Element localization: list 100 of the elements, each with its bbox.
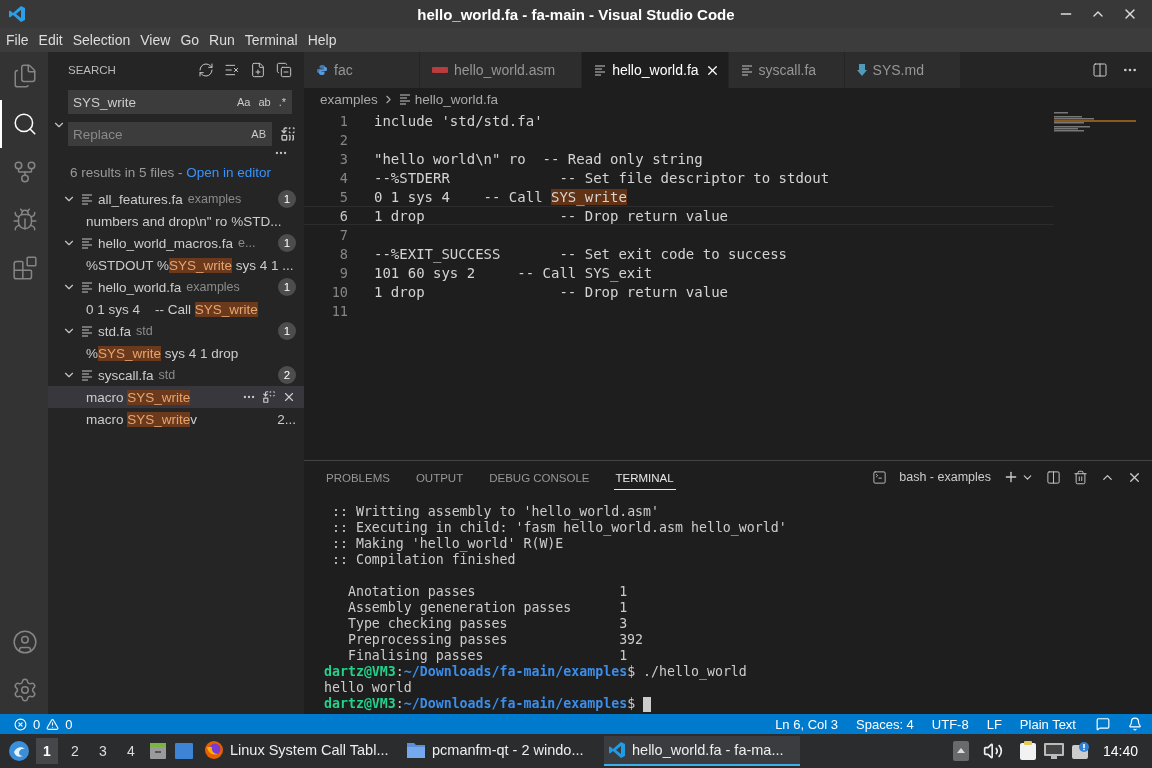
clock: 14:40 xyxy=(1101,743,1139,759)
line-number: 3 xyxy=(338,150,348,167)
branch-icon xyxy=(12,159,38,185)
replace-field[interactable]: Replace AB xyxy=(68,122,272,146)
replace-all-icon[interactable] xyxy=(280,126,296,142)
line-number: 6 xyxy=(338,207,348,224)
status-item[interactable]: UTF-8 xyxy=(925,716,975,732)
terminal-line: Anotation passes 1 xyxy=(346,584,629,600)
editor-tab[interactable]: fac xyxy=(304,52,420,88)
terminal-line: :: Making 'hello_world' R(W)E xyxy=(330,536,565,552)
volume-icon[interactable] xyxy=(982,741,1003,761)
menu-item[interactable]: View xyxy=(135,32,176,48)
search-match[interactable]: numbers and drop\n" ro %STD... xyxy=(48,210,304,232)
menu-item[interactable]: Run xyxy=(204,32,240,48)
file-icon xyxy=(81,325,93,337)
line-number: 1 xyxy=(338,112,348,129)
menu-item[interactable]: Selection xyxy=(67,32,136,48)
split-terminal-icon[interactable] xyxy=(1046,469,1061,485)
panel-tab[interactable]: TERMINAL xyxy=(613,464,676,490)
search-match[interactable]: macro SYS_write xyxy=(48,386,304,408)
search-match[interactable]: %SYS_write sys 4 1 drop xyxy=(48,342,304,364)
trash-icon[interactable] xyxy=(1073,469,1088,485)
line-number: 4 xyxy=(338,169,348,186)
blocks-icon xyxy=(12,255,38,281)
match-count: 1 xyxy=(278,190,296,208)
file-name[interactable]: hello_world.fa xyxy=(98,279,182,295)
file-icon xyxy=(398,93,411,105)
search-match[interactable]: %STDOUT %SYS_write sys 4 1 ... xyxy=(48,254,304,276)
line-number: 8 xyxy=(338,245,348,262)
editor-tab[interactable]: hello_world.asm xyxy=(420,52,583,88)
dismiss-icon[interactable] xyxy=(282,390,296,404)
editor-tab[interactable]: syscall.fa xyxy=(728,52,845,88)
editor-tab[interactable]: hello_world.fa xyxy=(582,52,729,88)
replace-icon[interactable] xyxy=(262,390,276,404)
workspace-button[interactable]: 4 xyxy=(120,738,142,764)
search-option[interactable]: .* xyxy=(276,96,288,108)
workspace-button[interactable]: 1 xyxy=(36,738,58,764)
taskbar-window[interactable]: Linux System Call Tabl... xyxy=(200,736,396,766)
match-count: 1 xyxy=(278,234,296,252)
file-name[interactable]: hello_world_macros.fa xyxy=(98,235,234,251)
file-name[interactable]: syscall.fa xyxy=(98,367,154,383)
search-option[interactable]: ab xyxy=(256,96,273,108)
terminal-line: hello world xyxy=(324,680,413,696)
warning-count[interactable]: 0 xyxy=(65,716,73,732)
taskbar-window[interactable]: pcmanfm-qt - 2 windo... xyxy=(402,736,598,766)
menu-item[interactable]: Go xyxy=(175,32,205,48)
breadcrumb-item[interactable]: examples xyxy=(320,91,378,107)
status-item[interactable]: Spaces: 4 xyxy=(850,716,920,732)
code-editor-icon xyxy=(608,741,626,759)
bug-icon xyxy=(12,207,38,233)
split-editor-icon[interactable] xyxy=(1092,62,1108,78)
clipboard-icon[interactable] xyxy=(1018,741,1037,761)
folder-icon xyxy=(406,741,426,759)
file-name[interactable]: all_features.fa xyxy=(98,191,183,207)
panel-tab[interactable]: OUTPUT xyxy=(413,464,466,490)
desktop-icon[interactable] xyxy=(174,742,194,760)
terminal-name[interactable]: bash - examples xyxy=(899,470,991,484)
workspace-button[interactable]: 3 xyxy=(92,738,114,764)
search-option[interactable]: Aa xyxy=(234,96,253,108)
collapse-all-icon[interactable] xyxy=(276,61,292,78)
search-field[interactable]: SYS_write Aa ab .* xyxy=(68,90,292,114)
terminal-line: dartz@VM3:~/Downloads/fa-main/examples$ ./hello_world xyxy=(324,664,747,680)
breadcrumb-item[interactable]: hello_world.fa xyxy=(414,91,499,107)
folder-name: e... xyxy=(238,236,257,250)
menu-item[interactable]: Edit xyxy=(33,32,68,48)
search-match[interactable]: 0 1 sys 4 -- Call SYS_write xyxy=(48,298,304,320)
match-count: 1 xyxy=(278,278,296,296)
status-item[interactable]: Ln 6, Col 3 xyxy=(769,716,844,732)
browser-icon xyxy=(204,740,224,760)
terminal-line: dartz@VM3:~/Downloads/fa-main/examples$ xyxy=(324,696,637,712)
error-count[interactable]: 0 xyxy=(33,716,41,732)
results-summary: 6 results in 5 files - Open in editor xyxy=(69,164,273,182)
search-match[interactable]: macro SYS_writev 2... xyxy=(48,408,304,430)
line-number: 5 xyxy=(338,188,348,205)
terminal-icon xyxy=(872,469,888,485)
open-in-editor-link[interactable]: Open in editor xyxy=(186,165,272,180)
line-number: 2 xyxy=(338,131,348,148)
panel-tab[interactable]: DEBUG CONSOLE xyxy=(487,464,592,490)
editor-tab[interactable]: SYS.md xyxy=(844,52,961,88)
workspace-button[interactable]: 2 xyxy=(64,738,86,764)
status-item[interactable]: Plain Text xyxy=(1013,716,1082,732)
file-icon xyxy=(81,369,93,381)
file-cabinet-icon[interactable] xyxy=(148,741,168,761)
feedback-icon[interactable] xyxy=(1096,717,1110,731)
status-item[interactable]: LF xyxy=(980,716,1008,732)
menu-item[interactable]: Help xyxy=(302,32,342,48)
menu-item[interactable]: Terminal xyxy=(239,32,303,48)
match-count: 2 xyxy=(278,366,296,384)
refresh-icon[interactable] xyxy=(198,61,214,78)
file-name[interactable]: std.fa xyxy=(98,323,132,339)
bell-icon[interactable] xyxy=(1128,717,1142,731)
preserve-case-option[interactable]: AB xyxy=(249,128,268,140)
notification-icon[interactable] xyxy=(1070,741,1091,761)
network-icon[interactable] xyxy=(1042,742,1065,760)
menu-item[interactable]: File xyxy=(0,32,34,48)
panel-tab[interactable]: PROBLEMS xyxy=(324,464,392,490)
new-file-icon[interactable] xyxy=(250,61,266,78)
start-menu-icon[interactable] xyxy=(8,740,30,762)
new-terminal-icon[interactable] xyxy=(1003,469,1019,485)
taskbar-window[interactable]: hello_world.fa - fa-ma... xyxy=(604,736,800,766)
